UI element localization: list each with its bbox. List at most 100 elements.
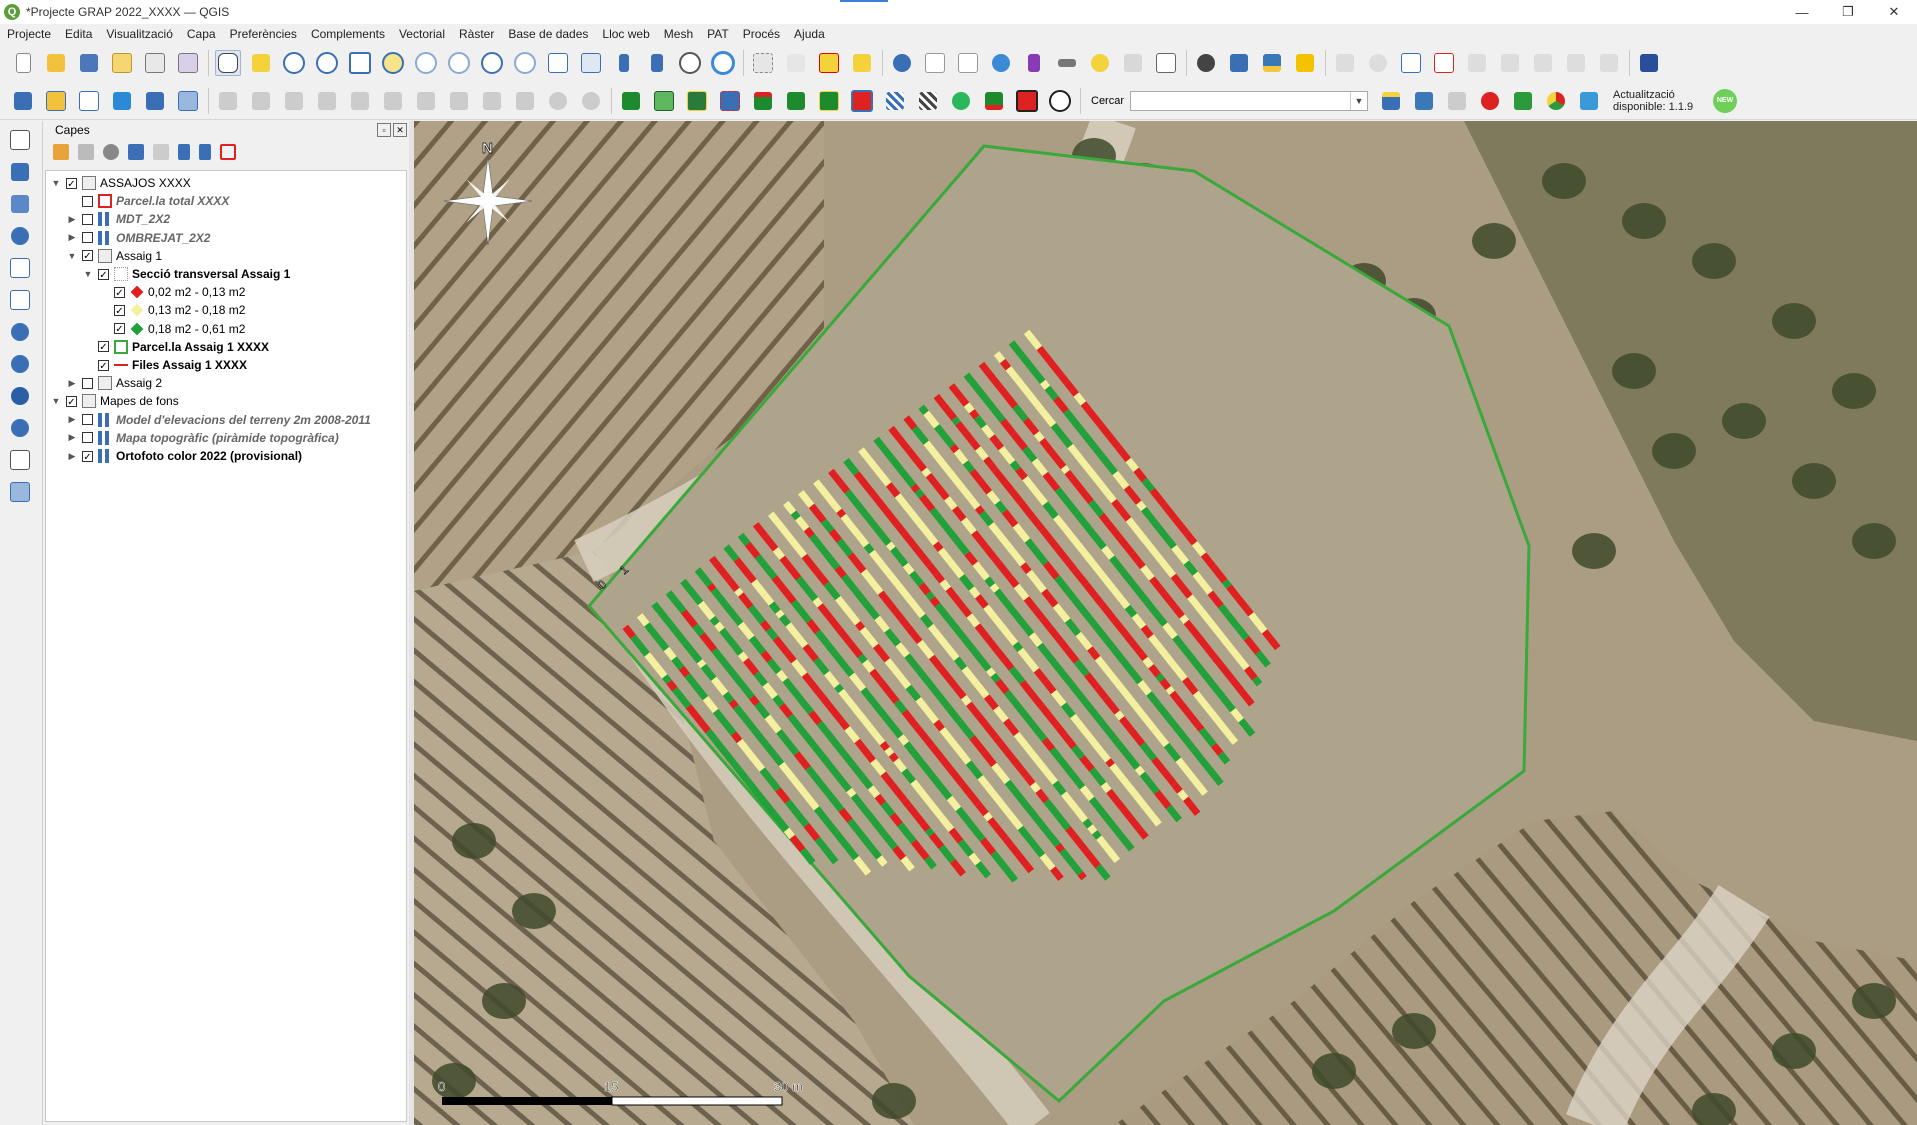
section-segment[interactable]	[1069, 387, 1080, 397]
section-segment[interactable]	[1064, 380, 1076, 392]
add-vector-layer-button[interactable]	[7, 127, 33, 153]
section-segment[interactable]	[651, 601, 663, 614]
layer-checkbox[interactable]: ✓	[114, 304, 125, 317]
section-segment[interactable]	[1022, 475, 1034, 488]
layer-row[interactable]: ▶ OMBREJAT_2X2	[66, 229, 210, 247]
section-segment[interactable]	[1205, 677, 1216, 687]
section-segment[interactable]	[630, 634, 642, 647]
expand-arrow-icon[interactable]: ▼	[66, 251, 78, 261]
section-segment[interactable]	[938, 607, 950, 619]
section-segment[interactable]	[1169, 690, 1181, 703]
layer-row[interactable]: ✓ 0,02 m2 - 0,13 m2	[98, 283, 245, 301]
section-segment[interactable]	[680, 578, 692, 591]
section-segment[interactable]	[994, 440, 1004, 451]
section-segment[interactable]	[1063, 409, 1074, 419]
section-segment[interactable]	[997, 800, 1009, 812]
section-segment[interactable]	[824, 642, 836, 653]
section-segment[interactable]	[782, 677, 793, 689]
section-segment[interactable]	[1075, 780, 1086, 790]
section-segment[interactable]	[722, 691, 735, 704]
section-segment[interactable]	[984, 783, 996, 796]
section-segment[interactable]	[1079, 755, 1090, 766]
section-segment[interactable]	[1040, 379, 1051, 390]
menu-capa[interactable]: Capa	[180, 27, 223, 41]
add-raster-layer-button[interactable]	[7, 159, 33, 185]
section-segment[interactable]	[694, 567, 705, 578]
section-segment[interactable]	[1125, 842, 1135, 852]
section-segment[interactable]	[1058, 639, 1070, 652]
select-by-value-button[interactable]	[783, 50, 809, 76]
section-segment[interactable]	[661, 674, 672, 685]
section-segment[interactable]	[870, 847, 882, 860]
section-segment[interactable]	[790, 569, 802, 581]
section-segment[interactable]	[989, 583, 1000, 593]
section-segment[interactable]	[764, 773, 776, 786]
section-segment[interactable]	[929, 596, 941, 608]
attribute-table-button[interactable]	[922, 50, 948, 76]
section-segment[interactable]	[745, 572, 757, 584]
section-segment[interactable]	[885, 837, 898, 850]
section-segment[interactable]	[1171, 544, 1182, 556]
section-segment[interactable]	[822, 846, 835, 859]
expand-arrow-icon[interactable]: ▶	[66, 378, 78, 389]
layer-row[interactable]: ▼ ✓ Mapes de fons	[50, 392, 179, 410]
section-segment[interactable]	[1014, 762, 1025, 773]
section-segment[interactable]	[911, 691, 922, 702]
map-tips-button[interactable]	[1087, 50, 1113, 76]
section-segment[interactable]	[1252, 676, 1263, 687]
section-segment[interactable]	[1164, 536, 1177, 550]
section-segment[interactable]	[1175, 757, 1187, 769]
section-segment[interactable]	[938, 814, 950, 827]
plugin-tool-11-button[interactable]	[948, 88, 974, 114]
menu-ajuda[interactable]: Ajuda	[787, 27, 832, 41]
copy-features-button[interactable]	[479, 88, 505, 114]
collapse-all-icon[interactable]	[199, 144, 211, 160]
plugin-pie-button[interactable]	[1543, 88, 1569, 114]
section-segment[interactable]	[995, 412, 1006, 423]
section-segment[interactable]	[1118, 597, 1131, 610]
section-segment[interactable]	[721, 659, 733, 672]
section-segment[interactable]	[1009, 460, 1021, 472]
section-segment[interactable]	[991, 555, 1002, 566]
deselect-features-button[interactable]	[816, 50, 842, 76]
add-wms-layer-button[interactable]	[7, 351, 33, 377]
plugin-tool-3-button[interactable]	[684, 88, 710, 114]
remove-layer-icon[interactable]	[220, 144, 236, 160]
section-segment[interactable]	[1034, 403, 1045, 413]
section-segment[interactable]	[1029, 663, 1040, 673]
section-segment[interactable]	[924, 738, 935, 749]
section-segment[interactable]	[1256, 622, 1268, 634]
section-segment[interactable]	[655, 666, 668, 679]
layer-checkbox[interactable]	[82, 432, 93, 444]
section-segment[interactable]	[1192, 571, 1205, 584]
section-segment[interactable]	[767, 511, 780, 524]
digitize-button[interactable]	[314, 88, 340, 114]
plugin-tool-9-button[interactable]	[882, 88, 908, 114]
section-segment[interactable]	[790, 510, 801, 521]
layer-checkbox[interactable]	[82, 377, 93, 389]
section-segment[interactable]	[795, 813, 806, 823]
section-segment[interactable]	[918, 404, 929, 416]
section-segment[interactable]	[770, 781, 781, 792]
section-segment[interactable]	[1096, 539, 1107, 550]
section-segment[interactable]	[950, 859, 960, 869]
section-segment[interactable]	[876, 825, 887, 836]
section-segment[interactable]	[840, 513, 851, 525]
section-segment[interactable]	[963, 402, 975, 414]
section-segment[interactable]	[987, 817, 999, 829]
expand-arrow-icon[interactable]: ▼	[50, 178, 62, 188]
section-segment[interactable]	[1153, 552, 1165, 564]
help-button[interactable]	[1636, 50, 1662, 76]
section-segment[interactable]	[969, 409, 980, 420]
plugin-tool-5-button[interactable]	[750, 88, 776, 114]
section-segment[interactable]	[961, 606, 973, 618]
section-segment[interactable]	[933, 571, 946, 584]
layer-checkbox[interactable]	[82, 414, 93, 426]
section-segment[interactable]	[927, 623, 938, 634]
add-postgis-layer-button[interactable]	[7, 319, 33, 345]
section-segment[interactable]	[791, 688, 802, 700]
zoom-full-button[interactable]	[347, 50, 373, 76]
section-segment[interactable]	[811, 744, 822, 755]
expand-arrow-icon[interactable]: ▶	[66, 214, 78, 225]
new-temporary-layer-button[interactable]	[142, 88, 168, 114]
